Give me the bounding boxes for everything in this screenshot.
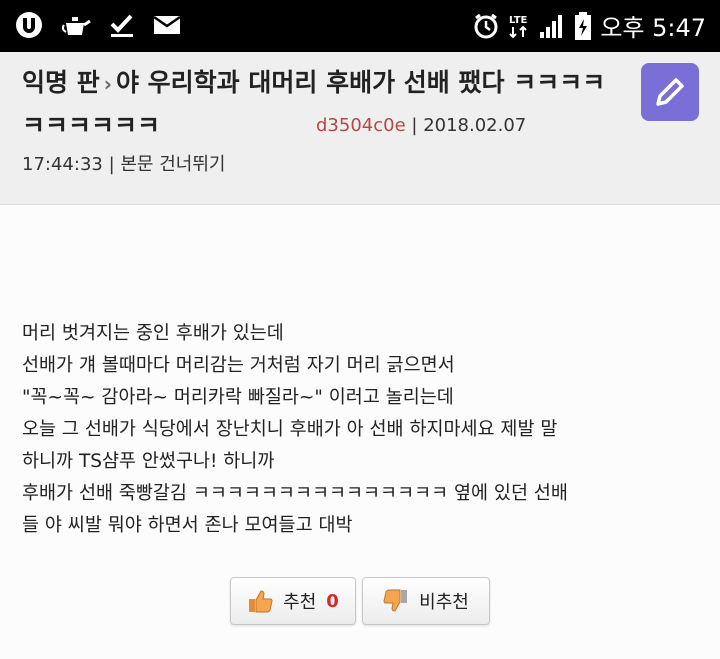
lte-icon: LTE [508, 11, 530, 41]
recommend-label: 추천 [283, 592, 317, 613]
not-recommend-label: 비추천 [419, 592, 469, 613]
status-bar-left [14, 10, 182, 40]
thumbs-down-icon [383, 589, 408, 612]
post-content: 머리 벗겨지는 중인 후배가 있는데 선배가 걔 볼때마다 머리감는 거처럼 자… [0, 205, 720, 659]
kettle-icon [60, 11, 92, 39]
post-time: 17:44:33 [22, 154, 103, 175]
mail-icon [152, 13, 182, 37]
app-notification-icon [14, 10, 44, 40]
alarm-icon [472, 12, 500, 40]
post-body: 머리 벗겨지는 중인 후배가 있는데 선배가 걔 볼때마다 머리감는 거처럼 자… [22, 323, 568, 536]
checkmark-icon [108, 11, 136, 39]
not-recommend-button[interactable]: 비추천 [362, 577, 490, 625]
signal-icon [538, 12, 566, 40]
post-header: 익명 판 › 야 우리학과 대머리 후배가 선배 팼다 ㅋㅋㅋㅋㅋㅋㅋㅋㅋㅋ d35… [0, 52, 720, 205]
status-bar-right: LTE 오후 5:47 [472, 8, 706, 43]
edit-button[interactable] [641, 63, 699, 121]
post-meta-time: 17:44:33 | 본문 건너뛰기 [22, 154, 226, 175]
author-id[interactable]: d3504c0e [316, 115, 406, 136]
skip-to-content-link[interactable]: 본문 건너뛰기 [120, 154, 225, 175]
post-meta: d3504c0e | 2018.02.07 [316, 115, 527, 136]
recommend-button[interactable]: 추천 0 [230, 577, 356, 625]
status-time: 오후 5:47 [600, 14, 706, 42]
status-bar: LTE 오후 5:47 [0, 0, 720, 52]
board-name-link[interactable]: 익명 판 [22, 68, 100, 97]
pencil-icon [656, 78, 684, 106]
thumbs-up-icon [249, 590, 273, 613]
battery-charging-icon [574, 11, 592, 41]
post-date: 2018.02.07 [423, 115, 527, 136]
svg-text:LTE: LTE [509, 15, 528, 26]
recommend-count: 0 [326, 590, 339, 612]
breadcrumb-separator: › [103, 72, 112, 96]
